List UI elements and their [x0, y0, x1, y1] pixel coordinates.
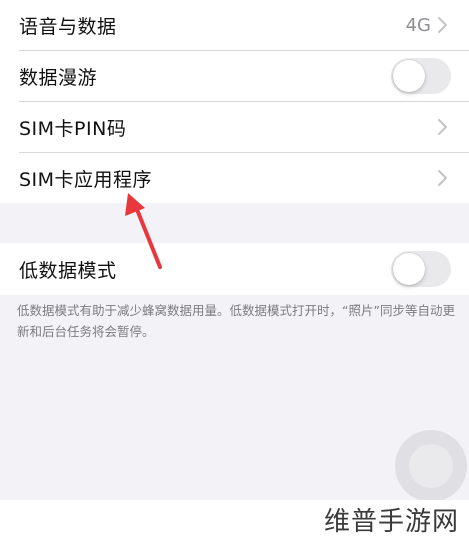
cellular-settings-screen: 语音与数据 4G 数据漫游 SIM卡PIN码 SIM卡应用程序 低数据模式 低数… [0, 0, 469, 538]
assistive-touch-icon[interactable] [395, 430, 467, 502]
site-watermark: 维普手游网 [324, 500, 459, 538]
watermark-text: 维普手游网 [323, 506, 459, 537]
assistive-touch-center [409, 444, 453, 488]
